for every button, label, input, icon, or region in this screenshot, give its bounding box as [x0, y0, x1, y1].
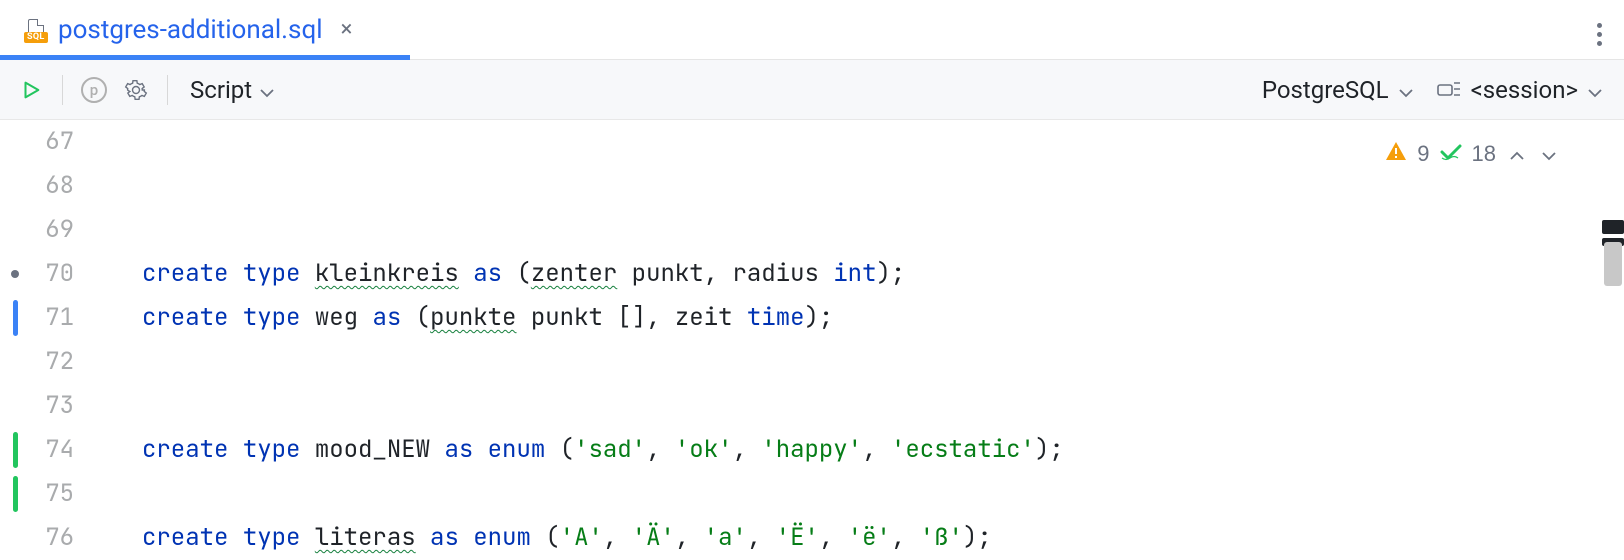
run-mode-label: Script [190, 76, 252, 104]
run-button[interactable] [14, 73, 48, 107]
code-line[interactable] [142, 472, 1624, 516]
gutter-change-markers [0, 120, 30, 560]
gear-icon [124, 78, 148, 102]
session-dropdown[interactable]: <session> [1429, 76, 1610, 104]
chevron-down-icon [1588, 76, 1602, 104]
code-line[interactable] [142, 340, 1624, 384]
sql-file-icon: SQL [24, 19, 48, 41]
weak-warning-icon [1440, 132, 1462, 176]
settings-button[interactable] [119, 73, 153, 107]
tab-bar-menu[interactable] [1575, 13, 1624, 46]
tx-mode-icon: p [81, 77, 107, 103]
line-number-gutter: 67686970717273747576 [30, 120, 88, 560]
line-number: 70 [30, 252, 74, 296]
inspections-widget[interactable]: 9 18 [1385, 128, 1560, 180]
toolbar-separator [167, 75, 168, 105]
tab-bar: SQL postgres-additional.sql × [0, 0, 1624, 60]
dialect-dropdown[interactable]: PostgreSQL [1254, 76, 1421, 104]
gutter-mark [0, 296, 30, 340]
gutter-mark [0, 208, 30, 252]
session-label: <session> [1471, 76, 1578, 104]
warning-count: 9 [1417, 132, 1429, 176]
next-highlight-button[interactable] [1538, 128, 1560, 180]
vertical-scrollbar[interactable] [1602, 120, 1624, 560]
scrollbar-thumb[interactable] [1604, 242, 1622, 286]
line-number: 75 [30, 472, 74, 516]
gutter-mark [0, 516, 30, 560]
weak-warning-count: 18 [1472, 132, 1496, 176]
code-area[interactable]: 9 18 create type kleinkreis as (zenter p… [88, 120, 1624, 560]
scrollbar-marker [1602, 220, 1624, 234]
code-line[interactable]: create type kleinkreis as (zenter punkt,… [142, 252, 1624, 296]
code-line[interactable]: create type weg as (punkte punkt [], zei… [142, 296, 1624, 340]
editor-tab[interactable]: SQL postgres-additional.sql × [0, 0, 370, 59]
active-tab-indicator [0, 55, 410, 60]
gutter-mark [0, 340, 30, 384]
gutter-mark [0, 252, 30, 296]
code-editor[interactable]: 67686970717273747576 9 18 create type kl… [0, 120, 1624, 560]
play-icon [20, 79, 42, 101]
line-number: 71 [30, 296, 74, 340]
gutter-mark [0, 472, 30, 516]
line-number: 67 [30, 120, 74, 164]
session-icon [1437, 76, 1461, 104]
code-line[interactable]: create type literas as enum ('A', 'Ä', '… [142, 516, 1624, 560]
line-number: 74 [30, 428, 74, 472]
close-tab-icon[interactable]: × [341, 17, 353, 42]
line-number: 73 [30, 384, 74, 428]
tx-mode-button[interactable]: p [77, 73, 111, 107]
chevron-down-icon [260, 76, 274, 104]
chevron-down-icon [1399, 76, 1413, 104]
kebab-menu-icon [1597, 23, 1602, 46]
tab-title: postgres-additional.sql [58, 15, 323, 45]
run-mode-dropdown[interactable]: Script [182, 76, 282, 104]
gutter-mark [0, 164, 30, 208]
gutter-mark [0, 428, 30, 472]
line-number: 72 [30, 340, 74, 384]
gutter-mark [0, 120, 30, 164]
prev-highlight-button[interactable] [1506, 128, 1528, 180]
editor-toolbar: p Script PostgreSQL <session> [0, 60, 1624, 120]
line-number: 76 [30, 516, 74, 560]
code-line[interactable] [142, 384, 1624, 428]
toolbar-separator [62, 75, 63, 105]
dialect-label: PostgreSQL [1262, 76, 1389, 104]
code-line[interactable]: create type mood_NEW as enum ('sad', 'ok… [142, 428, 1624, 472]
gutter-mark [0, 384, 30, 428]
line-number: 68 [30, 164, 74, 208]
line-number: 69 [30, 208, 74, 252]
warning-icon [1385, 132, 1407, 176]
